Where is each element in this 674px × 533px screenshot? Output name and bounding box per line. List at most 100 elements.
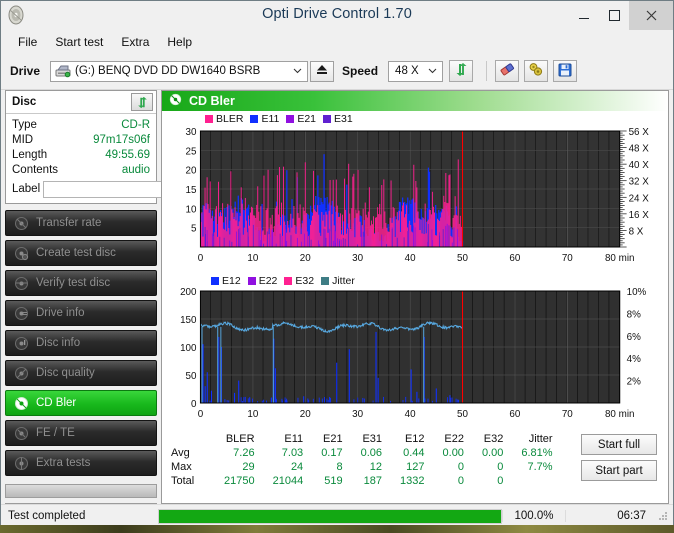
disc-burn-icon xyxy=(14,246,29,261)
elapsed-time: 06:37 xyxy=(565,510,656,522)
cell: 21044 xyxy=(272,475,304,487)
table-row: Max 29 24 8 12 127 0 0 7.7% xyxy=(169,460,562,474)
tools-button[interactable] xyxy=(524,60,549,82)
refresh-button[interactable] xyxy=(449,60,474,82)
legend-label: E22 xyxy=(258,275,278,287)
eject-button[interactable] xyxy=(310,60,335,82)
progress-bar xyxy=(158,508,502,524)
disc-panel-title: Disc xyxy=(12,96,37,108)
svg-text:20: 20 xyxy=(186,166,197,177)
svg-text:60: 60 xyxy=(509,253,520,264)
cd-bler-icon xyxy=(14,396,29,411)
sidebar-item-label: Transfer rate xyxy=(36,217,102,229)
cell: 7.7% xyxy=(527,461,553,473)
legend-swatch xyxy=(284,277,293,285)
drive-select[interactable]: (G:) BENQ DVD DD DW1640 BSRB xyxy=(50,60,309,82)
legend-label: BLER xyxy=(216,113,244,125)
status-bar: Test completed 100.0% 06:37 xyxy=(1,504,673,527)
legend-label: Jitter xyxy=(332,275,355,287)
minimize-button[interactable] xyxy=(569,1,599,30)
legend-item-e12: E12 xyxy=(211,275,241,287)
disc-row-value: 97m17s06f xyxy=(93,133,150,146)
disc-quality-icon xyxy=(14,366,29,381)
menu-item-help[interactable]: Help xyxy=(158,33,201,51)
sidebar-item-cd-bler[interactable]: CD Bler xyxy=(5,390,157,416)
save-button[interactable] xyxy=(553,60,578,82)
menu-item-extra[interactable]: Extra xyxy=(112,33,158,51)
resize-grip-icon[interactable] xyxy=(656,509,670,523)
disc-row-type: Type CD-R xyxy=(12,117,150,132)
legend-swatch xyxy=(205,115,213,123)
sidebar-item-drive-info[interactable]: Drive info xyxy=(5,300,157,326)
cell: 1332 xyxy=(400,475,425,487)
application-window: Opti Drive Control 1.70 File Start test … xyxy=(0,0,674,528)
cell: 21750 xyxy=(224,475,255,487)
column-header-e21: E21 xyxy=(323,433,343,445)
svg-text:30: 30 xyxy=(352,253,363,264)
sidebar-item-label: Extra tests xyxy=(36,457,91,469)
menu-item-start-test[interactable]: Start test xyxy=(46,33,112,51)
svg-text:10: 10 xyxy=(247,253,258,264)
sidebar-item-fe-te[interactable]: FE / TE xyxy=(5,420,157,446)
legend-swatch xyxy=(321,277,330,285)
cell: 0 xyxy=(497,461,504,473)
legend-label: E11 xyxy=(261,113,280,125)
disc-row-value: audio xyxy=(121,163,150,176)
drive-value: (G:) BENQ DVD DD DW1640 BSRB xyxy=(75,65,261,77)
svg-text:0: 0 xyxy=(198,253,204,264)
sidebar-item-transfer-rate[interactable]: Transfer rate xyxy=(5,210,157,236)
progress-percent: 100.0% xyxy=(502,510,565,522)
sidebar-item-create-test-disc[interactable]: Create test disc xyxy=(5,240,157,266)
cell: 0 xyxy=(497,475,504,487)
bler-chart-canvas: 5 10 15 20 25 30 8 X 16 X 24 X 32 X 40 X 48 X 56 X 0 1… xyxy=(186,127,650,264)
legend-item-e22: E22 xyxy=(247,275,278,287)
svg-text:70: 70 xyxy=(562,253,573,264)
panel-header: CD Bler xyxy=(162,91,668,111)
sidebar-item-verify-test-disc[interactable]: Verify test disc xyxy=(5,270,157,296)
legend-label: E12 xyxy=(222,275,241,287)
erase-disc-icon xyxy=(499,62,516,80)
drive-icon xyxy=(55,64,71,78)
svg-text:40: 40 xyxy=(405,253,416,264)
table-header-row: BLER E11 E21 E31 E12 E22 E32 Jitter xyxy=(169,433,562,446)
disc-refresh-button[interactable] xyxy=(131,93,153,111)
cd-bler-icon xyxy=(169,93,182,109)
column-header-jitter: Jitter xyxy=(528,433,553,445)
cell: 187 xyxy=(363,475,383,487)
svg-text:40 X: 40 X xyxy=(629,160,650,171)
menu-item-file[interactable]: File xyxy=(9,33,46,51)
progress-bar-fill xyxy=(159,509,501,523)
sidebar-item-disc-info[interactable]: Disc info xyxy=(5,330,157,356)
svg-text:5: 5 xyxy=(191,224,197,235)
speed-select[interactable]: 48 X xyxy=(388,60,444,82)
svg-text:150: 150 xyxy=(180,315,197,326)
nav-spacer xyxy=(5,484,157,498)
close-button[interactable] xyxy=(629,1,673,30)
cell: 0.44 xyxy=(403,447,425,459)
start-part-button[interactable]: Start part xyxy=(581,460,657,481)
disc-row-key: MID xyxy=(12,133,34,146)
svg-text:50: 50 xyxy=(457,409,468,420)
start-full-button[interactable]: Start full xyxy=(581,434,657,455)
svg-text:56 X: 56 X xyxy=(629,127,650,138)
menu-bar: File Start test Extra Help xyxy=(1,31,673,53)
column-header-e32: E32 xyxy=(483,433,504,445)
disc-verify-icon xyxy=(14,276,29,291)
cell: 0 xyxy=(457,475,464,487)
sidebar-item-disc-quality[interactable]: Disc quality xyxy=(5,360,157,386)
svg-text:200: 200 xyxy=(180,287,197,298)
svg-text:15: 15 xyxy=(186,185,197,196)
e12-jitter-chart: E12 E22 E32 Jitter 50 100 150 200 0 2% 4… xyxy=(165,275,665,430)
svg-text:8%: 8% xyxy=(627,309,641,320)
disc-row-value: 49:55.69 xyxy=(105,148,150,161)
legend-swatch xyxy=(250,115,259,123)
cell: 0.06 xyxy=(360,447,383,459)
desktop-background xyxy=(0,525,674,533)
panel-title: CD Bler xyxy=(189,94,235,108)
svg-text:80 min: 80 min xyxy=(605,253,634,264)
sidebar-item-extra-tests[interactable]: Extra tests xyxy=(5,450,157,476)
maximize-button[interactable] xyxy=(599,1,629,30)
svg-text:24 X: 24 X xyxy=(629,193,650,204)
erase-disc-button[interactable] xyxy=(495,60,520,82)
row-label-max: Max xyxy=(171,461,192,473)
